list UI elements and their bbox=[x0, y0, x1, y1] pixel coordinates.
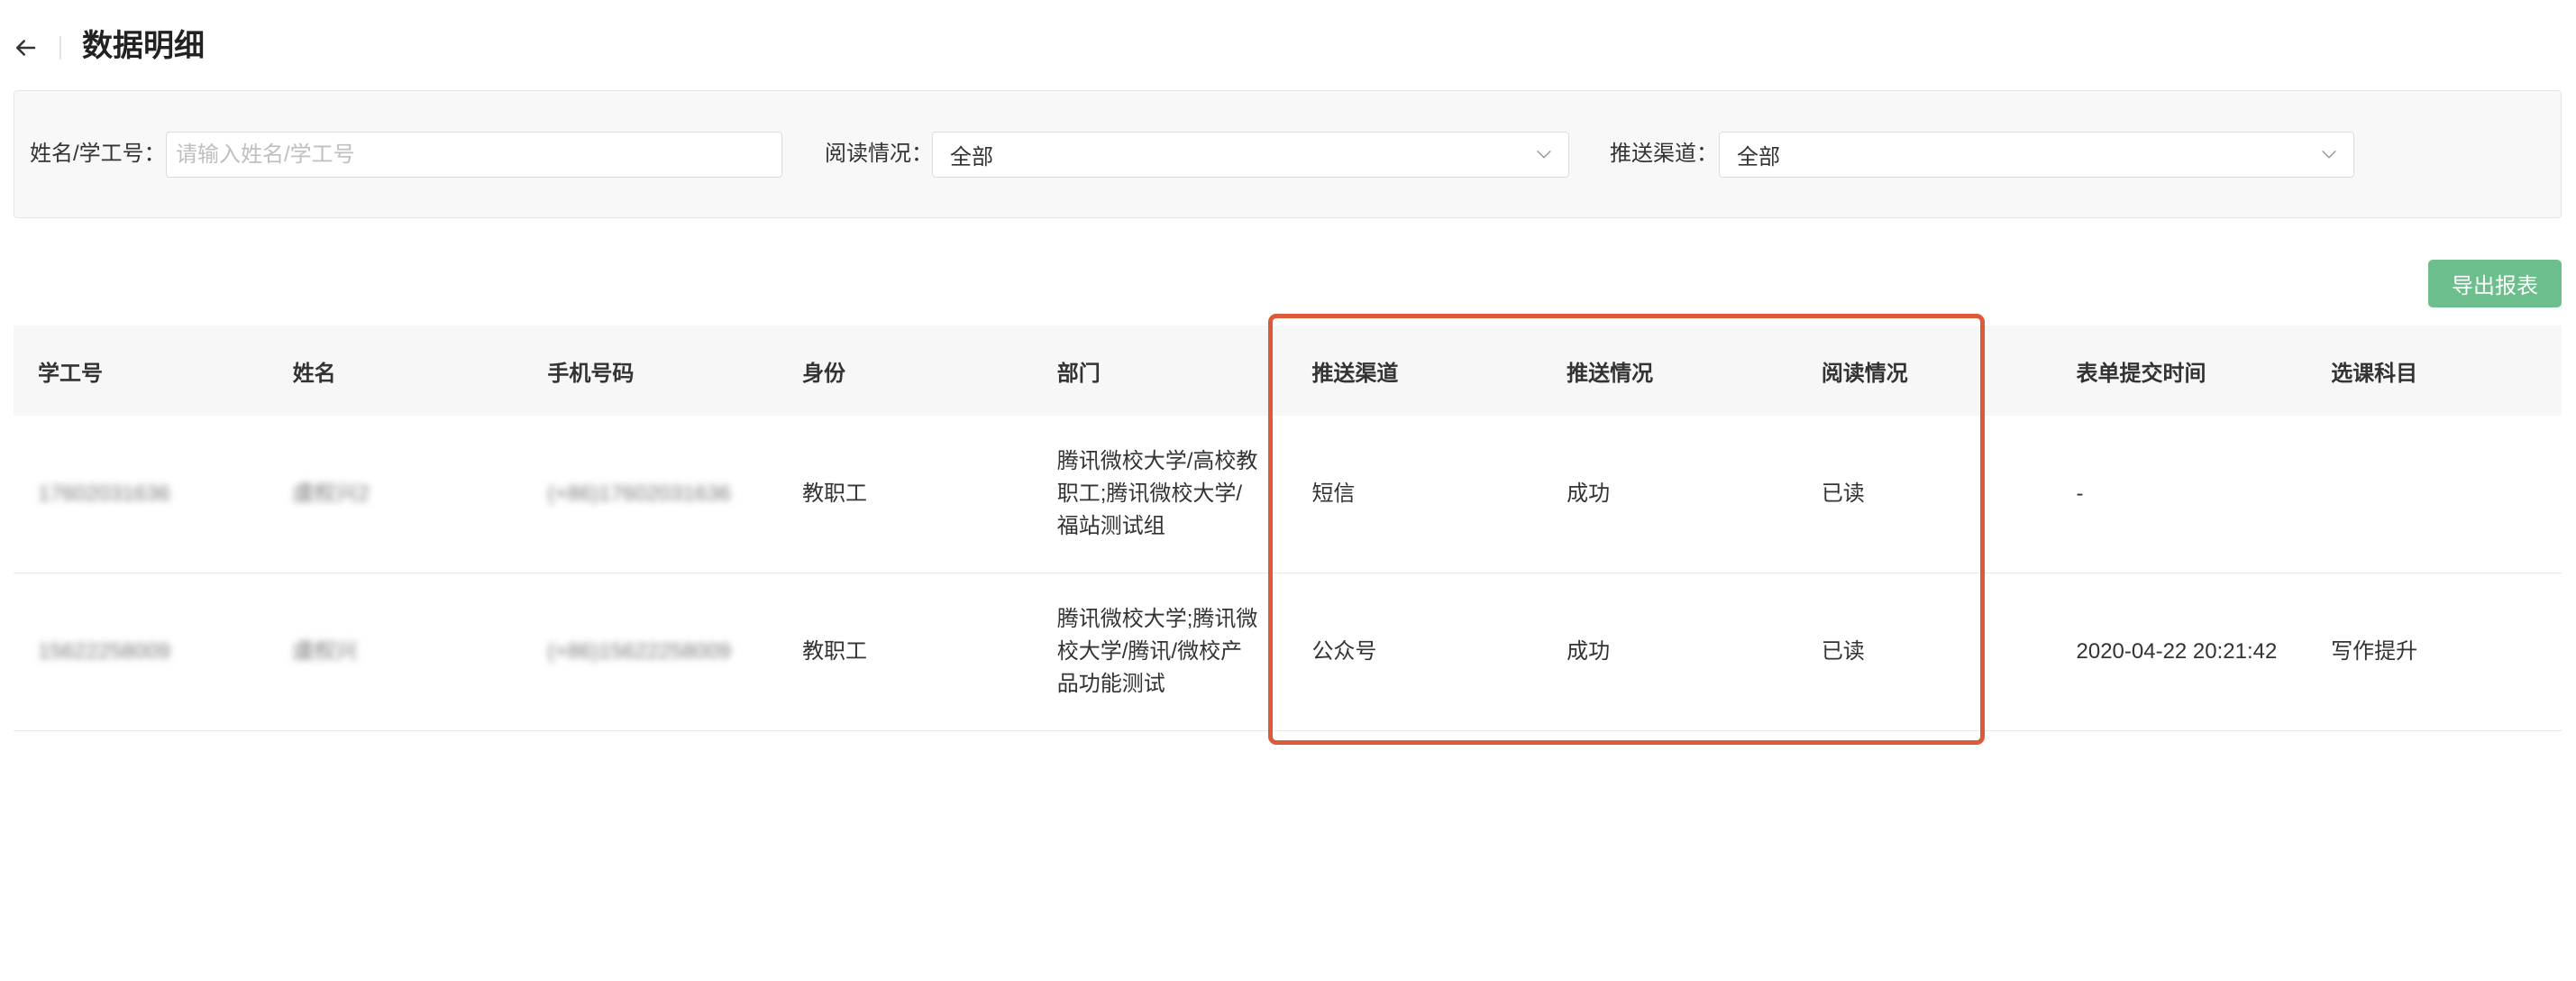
export-report-button[interactable]: 导出报表 bbox=[2428, 260, 2562, 307]
cell-push-status: 成功 bbox=[1542, 416, 1797, 573]
cell-course: 写作提升 bbox=[2307, 573, 2562, 731]
cell-role: 教职工 bbox=[778, 573, 1033, 731]
name-or-id-input[interactable] bbox=[166, 132, 782, 178]
chevron-down-icon bbox=[1537, 150, 1551, 159]
cell-phone: (+86)17602031636 bbox=[523, 416, 779, 573]
student-id-text: 17602031636 bbox=[38, 481, 170, 506]
push-channel-label: 推送渠道： bbox=[1610, 142, 1718, 166]
column-header-course: 选课科目 bbox=[2307, 325, 2562, 416]
title-divider bbox=[59, 36, 61, 60]
cell-submit-time: - bbox=[2051, 416, 2307, 573]
cell-phone: (+86)15622258009 bbox=[523, 573, 779, 731]
push-channel-value: 全部 bbox=[1737, 145, 1780, 170]
cell-department: 腾讯微校大学/高校教职工;腾讯微校大学/福站测试组 bbox=[1032, 416, 1288, 573]
arrow-left-icon bbox=[16, 40, 36, 56]
cell-role: 教职工 bbox=[778, 416, 1033, 573]
cell-department: 腾讯微校大学;腾讯微校大学/腾讯/微校产品功能测试 bbox=[1032, 573, 1288, 731]
cell-submit-time: 2020-04-22 20:21:42 bbox=[2051, 573, 2307, 731]
column-header-phone: 手机号码 bbox=[523, 325, 779, 416]
column-header-role: 身份 bbox=[778, 325, 1033, 416]
cell-course bbox=[2307, 416, 2562, 573]
cell-student-id: 17602031636 bbox=[14, 416, 269, 573]
read-status-select[interactable]: 全部 bbox=[932, 132, 1569, 178]
name-text: 虞权兴2 bbox=[292, 481, 370, 506]
push-channel-select[interactable]: 全部 bbox=[1719, 132, 2354, 178]
name-or-id-label: 姓名/学工号： bbox=[30, 142, 166, 166]
column-header-student-id: 学工号 bbox=[14, 325, 269, 416]
column-header-push-status: 推送情况 bbox=[1542, 325, 1797, 416]
page-title: 数据明细 bbox=[82, 29, 205, 63]
cell-name: 虞权兴2 bbox=[268, 416, 524, 573]
name-text: 虞权兴 bbox=[292, 639, 358, 664]
student-id-text: 15622258009 bbox=[38, 639, 170, 664]
table-row: 17602031636 虞权兴2 (+86)17602031636 教职工 腾讯… bbox=[14, 416, 2562, 573]
cell-push-status: 成功 bbox=[1542, 573, 1797, 731]
back-button[interactable] bbox=[11, 33, 40, 62]
cell-student-id: 15622258009 bbox=[14, 573, 269, 731]
column-header-department: 部门 bbox=[1032, 325, 1288, 416]
cell-push-channel: 短信 bbox=[1287, 416, 1543, 573]
chevron-down-icon bbox=[2322, 150, 2336, 159]
department-text: 腾讯微校大学/高校教职工;腾讯微校大学/福站测试组 bbox=[1056, 449, 1258, 538]
cell-read-status: 已读 bbox=[1796, 416, 2052, 573]
column-header-read-status: 阅读情况 bbox=[1796, 325, 2052, 416]
data-table: 学工号 姓名 手机号码 身份 部门 推送渠道 推送情况 阅读情况 表单提交时间 … bbox=[14, 325, 2562, 731]
column-header-push-channel: 推送渠道 bbox=[1287, 325, 1543, 416]
read-status-value: 全部 bbox=[950, 145, 993, 170]
cell-name: 虞权兴 bbox=[268, 573, 524, 731]
cell-read-status: 已读 bbox=[1796, 573, 2052, 731]
cell-push-channel: 公众号 bbox=[1287, 573, 1543, 731]
filter-panel: 姓名/学工号： 阅读情况： 全部 推送渠道： 全部 bbox=[14, 90, 2562, 218]
department-text: 腾讯微校大学;腾讯微校大学/腾讯/微校产品功能测试 bbox=[1056, 607, 1258, 696]
column-header-name: 姓名 bbox=[268, 325, 524, 416]
table-row: 15622258009 虞权兴 (+86)15622258009 教职工 腾讯微… bbox=[14, 573, 2562, 731]
phone-text: (+86)17602031636 bbox=[547, 481, 731, 506]
column-header-submit-time: 表单提交时间 bbox=[2051, 325, 2307, 416]
phone-text: (+86)15622258009 bbox=[547, 639, 731, 664]
read-status-label: 阅读情况： bbox=[825, 142, 933, 166]
table-header-row: 学工号 姓名 手机号码 身份 部门 推送渠道 推送情况 阅读情况 表单提交时间 … bbox=[14, 325, 2562, 416]
